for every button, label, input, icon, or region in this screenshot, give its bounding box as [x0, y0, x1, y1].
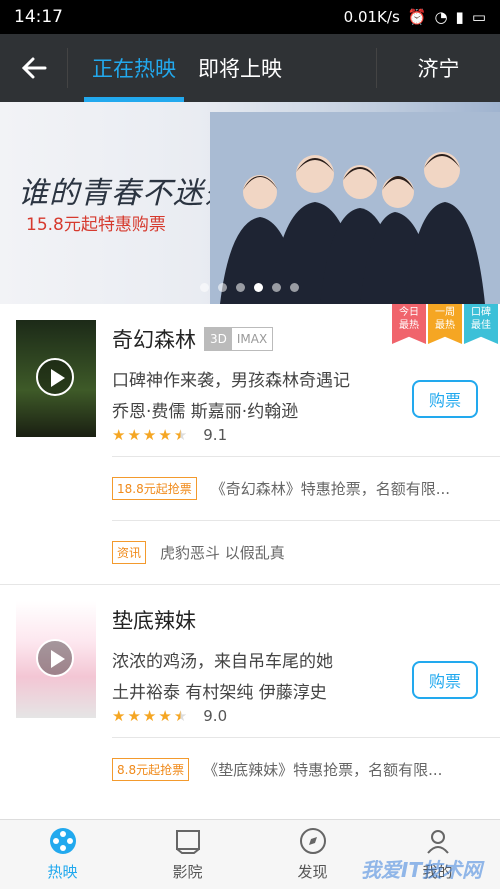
- status-bar: 14:17 0.01K/s ⏰ ◔ ▮ ▭: [0, 0, 500, 34]
- alarm-icon: ⏰: [407, 8, 427, 26]
- carousel-dot[interactable]: [290, 283, 299, 292]
- carousel-dot[interactable]: [218, 283, 227, 292]
- star-icon: ★: [142, 426, 157, 444]
- rating: ★ ★ ★ ★ ★ 9.1: [112, 426, 500, 444]
- star-icon: ★: [112, 707, 126, 725]
- play-icon[interactable]: [36, 358, 74, 396]
- banner-promo: 15.8元起特惠购票: [26, 215, 166, 235]
- badge-best-rated[interactable]: 口碑 最佳: [464, 304, 498, 344]
- badge-today-hottest[interactable]: 今日 最热: [392, 304, 426, 344]
- star-icon: ★: [158, 426, 172, 444]
- promo-text: 《垫底辣妹》特惠抢票，名额有限...: [203, 761, 443, 779]
- carousel-dot[interactable]: [236, 283, 245, 292]
- rating: ★ ★ ★ ★ ★ 9.0: [112, 707, 500, 725]
- banner-title: 谁的青春不迷茫: [18, 176, 235, 211]
- network-speed: 0.01K/s: [343, 8, 400, 26]
- movie-score: 9.0: [203, 707, 228, 725]
- movie-tabs: 正在热映 即将上映: [68, 34, 376, 102]
- promo-tag: 8.8元起抢票: [112, 758, 190, 781]
- carousel-dot-active[interactable]: [254, 283, 263, 292]
- buy-ticket-button[interactable]: 购票: [412, 661, 478, 699]
- star-icon: ★: [158, 707, 172, 725]
- tab-coming-soon[interactable]: 即将上映: [190, 34, 290, 102]
- half-star-icon: ★: [173, 426, 188, 444]
- bottom-tab-bar: 热映 影院 发现 我的 我爱IT技术网: [0, 819, 500, 889]
- promo-row[interactable]: 8.8元起抢票 《垫底辣妹》特惠抢票，名额有限...: [112, 737, 500, 801]
- ranking-badges: 今日 最热 一周 最热 口碑 最佳: [392, 304, 498, 344]
- star-icon: ★: [142, 707, 157, 725]
- carousel-dot[interactable]: [200, 283, 209, 292]
- arrow-left-icon: [21, 57, 46, 79]
- tab-now-showing[interactable]: 正在热映: [84, 34, 184, 102]
- status-time: 14:17: [14, 7, 63, 27]
- cinema-icon: [175, 830, 200, 854]
- tab-label: 热映: [47, 863, 78, 881]
- buy-ticket-button[interactable]: 购票: [412, 380, 478, 418]
- star-icon: ★: [127, 426, 141, 444]
- movie-title: 垫底辣妹: [112, 609, 196, 633]
- city-selector[interactable]: 济宁: [376, 48, 500, 88]
- star-icon: ★: [127, 707, 141, 725]
- carousel-dot[interactable]: [272, 283, 281, 292]
- movie-item[interactable]: 奇幻森林 3D IMAX 口碑神作来袭，男孩森林奇遇记 乔恩·费儒 斯嘉丽·约翰…: [0, 304, 500, 584]
- tab-discover[interactable]: 发现: [250, 820, 375, 889]
- badge-week-hottest[interactable]: 一周 最热: [428, 304, 462, 344]
- tab-hot[interactable]: 热映: [0, 820, 125, 889]
- movie-poster[interactable]: [16, 601, 96, 718]
- tab-label: 影院: [172, 863, 203, 881]
- back-button[interactable]: [0, 48, 68, 88]
- carousel-dots: [200, 283, 299, 292]
- banner-photo: [210, 112, 500, 304]
- movie-poster[interactable]: [16, 320, 96, 437]
- compass-icon: [299, 828, 326, 854]
- half-star-icon: ★: [173, 707, 188, 725]
- movie-title: 奇幻森林: [112, 328, 196, 352]
- movie-score: 9.1: [203, 426, 228, 444]
- movie-item[interactable]: 垫底辣妹 浓浓的鸡汤，来自吊车尾的她 土井裕泰 有村架纯 伊藤淳史 ★ ★ ★ …: [0, 585, 500, 801]
- watermark: 我爱IT技术网: [360, 858, 482, 882]
- news-text: 虎豹恶斗 以假乱真: [160, 544, 285, 562]
- top-navbar: 正在热映 即将上映 济宁: [0, 34, 500, 102]
- user-icon: [426, 830, 449, 854]
- news-tag: 资讯: [112, 541, 147, 564]
- film-reel-icon: [49, 828, 76, 854]
- wifi-icon: ◔: [434, 8, 448, 26]
- signal-icon: ▮: [455, 8, 464, 26]
- star-icon: ★: [112, 426, 126, 444]
- promo-banner[interactable]: 谁的青春不迷茫 15.8元起特惠购票: [0, 102, 500, 304]
- news-row[interactable]: 资讯 虎豹恶斗 以假乱真: [112, 520, 500, 584]
- promo-row[interactable]: 18.8元起抢票 《奇幻森林》特惠抢票，名额有限...: [112, 456, 500, 520]
- promo-tag: 18.8元起抢票: [112, 477, 197, 500]
- tab-label: 发现: [297, 863, 328, 881]
- play-icon[interactable]: [36, 639, 74, 677]
- battery-icon: ▭: [471, 8, 486, 26]
- tab-cinema[interactable]: 影院: [125, 820, 250, 889]
- promo-text: 《奇幻森林》特惠抢票，名额有限...: [210, 480, 451, 498]
- format-badge: 3D IMAX: [204, 327, 274, 351]
